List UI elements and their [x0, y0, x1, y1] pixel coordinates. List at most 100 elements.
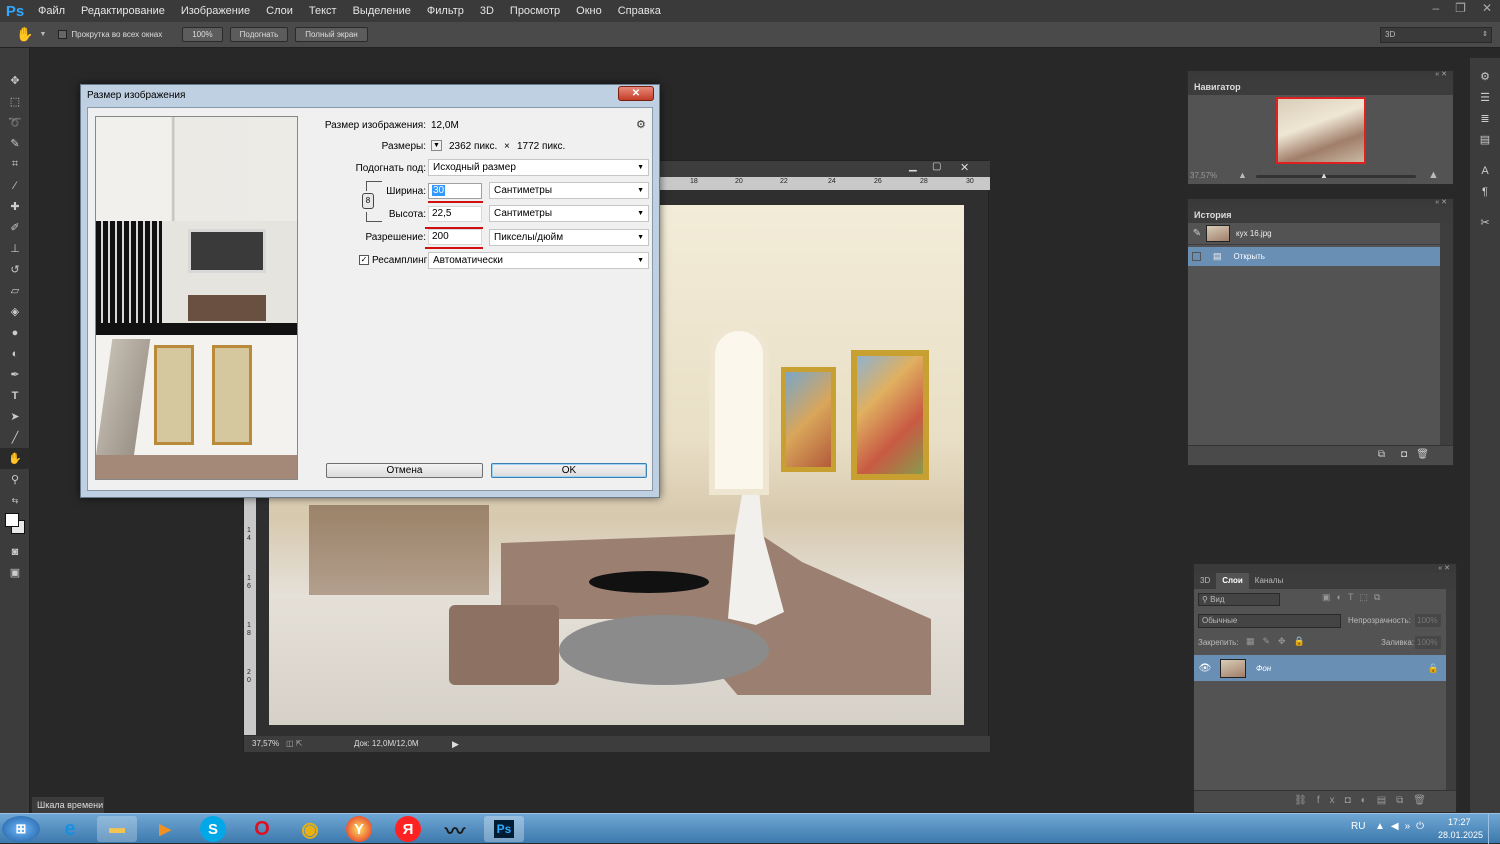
app-icon[interactable]: 〰: [435, 816, 475, 843]
layer-name[interactable]: Фон: [1256, 664, 1271, 673]
resolution-input[interactable]: 200: [428, 229, 482, 245]
clock-date[interactable]: 28.01.2025: [1438, 830, 1483, 840]
menu-view[interactable]: Просмотр: [502, 0, 568, 22]
height-unit-select[interactable]: Сантиметры ▼: [489, 205, 649, 222]
zoom-100-button[interactable]: 100%: [182, 27, 223, 42]
settings-gear-icon[interactable]: ⚙: [636, 118, 646, 131]
menu-help[interactable]: Справка: [610, 0, 669, 22]
tools-presets-icon[interactable]: ✂: [1470, 212, 1500, 233]
character-panel-icon[interactable]: A: [1470, 160, 1500, 181]
menu-filter[interactable]: Фильтр: [419, 0, 472, 22]
width-unit-select[interactable]: Сантиметры ▼: [489, 182, 649, 199]
tool-preset-dropdown-icon[interactable]: ▼: [39, 31, 46, 38]
crop-tool-icon[interactable]: ⌗: [0, 154, 30, 175]
history-state-checkbox[interactable]: [1192, 252, 1201, 261]
language-indicator[interactable]: RU: [1351, 821, 1365, 832]
panel-collapse-bar[interactable]: « ✕: [1194, 564, 1456, 573]
screen-mode-icon[interactable]: ▣: [0, 562, 30, 583]
yandex-browser-icon[interactable]: Y: [346, 816, 372, 842]
navigator-tab[interactable]: Навигатор: [1188, 79, 1453, 95]
clock-time[interactable]: 17:27: [1448, 817, 1471, 827]
panel-collapse-bar[interactable]: « ✕: [1188, 71, 1453, 79]
show-desktop-button[interactable]: [1488, 814, 1500, 844]
eye-icon[interactable]: 👁: [1194, 663, 1216, 674]
hand-tool-icon[interactable]: ✋: [16, 26, 33, 43]
status-zoom[interactable]: 37,57%: [252, 736, 279, 752]
eyedropper-tool-icon[interactable]: ⁄: [0, 175, 30, 196]
timeline-tab[interactable]: Шкала времени: [32, 797, 104, 813]
photoshop-taskbar-icon[interactable]: Ps: [484, 816, 524, 842]
swap-colors-icon[interactable]: ⇆: [0, 490, 30, 511]
line-tool-icon[interactable]: ╱: [0, 427, 30, 448]
media-player-icon[interactable]: ▶: [145, 816, 185, 842]
skype-icon[interactable]: S: [200, 816, 226, 842]
history-tab[interactable]: История: [1188, 207, 1453, 223]
start-button-icon[interactable]: ⊞: [2, 816, 40, 842]
trash-icon[interactable]: 🗑: [1416, 449, 1429, 460]
scroll-all-checkbox[interactable]: [58, 30, 68, 39]
move-tool-icon[interactable]: ✥: [0, 70, 30, 91]
hand-tool-active-icon[interactable]: ✋: [0, 448, 30, 469]
yandex-icon[interactable]: Я: [395, 816, 421, 842]
zoom-slider[interactable]: [1256, 175, 1416, 178]
layer-row-background[interactable]: 👁 Фон 🔒: [1194, 655, 1447, 681]
quick-select-tool-icon[interactable]: ✎: [0, 133, 30, 154]
resample-checkbox[interactable]: ✓: [359, 255, 369, 265]
opera-icon[interactable]: O: [242, 816, 282, 842]
doc-minimize-button[interactable]: ▁: [909, 161, 917, 172]
tray-icons[interactable]: ▲◀»⏻: [1375, 821, 1430, 832]
fullscreen-button[interactable]: Полный экран: [295, 27, 368, 42]
menu-file[interactable]: Файл: [30, 0, 73, 22]
brush-tool-icon[interactable]: ✐: [0, 217, 30, 238]
camera-icon[interactable]: ◘: [1401, 449, 1407, 460]
layer-filter-select[interactable]: ⚲ Вид: [1198, 593, 1280, 606]
blur-tool-icon[interactable]: ●: [0, 322, 30, 343]
menu-layers[interactable]: Слои: [258, 0, 301, 22]
pen-tool-icon[interactable]: ✒: [0, 364, 30, 385]
eraser-tool-icon[interactable]: ▱: [0, 280, 30, 301]
dock-icon-4[interactable]: ▤: [1470, 129, 1500, 150]
resample-select[interactable]: Автоматически ▼: [428, 252, 649, 269]
new-document-icon[interactable]: ⧉: [1378, 449, 1385, 460]
doc-maximize-button[interactable]: ▢: [932, 161, 941, 172]
minimize-icon[interactable]: –: [1432, 0, 1439, 16]
dimensions-dropdown-icon[interactable]: ▼: [431, 140, 442, 151]
zoom-slider-handle[interactable]: ▲: [1320, 171, 1328, 180]
layer-footer-icons[interactable]: ⛓fx◘◐▤⧉🗑: [1294, 795, 1436, 806]
blend-mode-select[interactable]: Обычные: [1198, 614, 1341, 628]
opacity-input[interactable]: 100%: [1415, 614, 1441, 627]
dodge-tool-icon[interactable]: ◐: [0, 343, 30, 364]
menu-window[interactable]: Окно: [568, 0, 610, 22]
menu-3d[interactable]: 3D: [472, 0, 502, 22]
status-icons[interactable]: ◫ ⇱: [286, 736, 302, 752]
navigator-thumbnail[interactable]: [1276, 97, 1366, 164]
menu-select[interactable]: Выделение: [345, 0, 419, 22]
doc-close-button[interactable]: ✕: [960, 161, 969, 174]
cancel-button[interactable]: Отмена: [326, 463, 483, 478]
zoom-tool-icon[interactable]: ⚲: [0, 469, 30, 490]
ok-button[interactable]: OK: [491, 463, 647, 478]
chrome-icon[interactable]: ◉: [290, 816, 330, 842]
height-input[interactable]: 22,5: [428, 206, 482, 222]
fit-screen-button[interactable]: Подогнать: [229, 27, 289, 42]
zoom-in-icon[interactable]: ▲: [1428, 169, 1439, 181]
restore-icon[interactable]: ❐: [1455, 0, 1466, 16]
history-item-snapshot[interactable]: ✎ кух 16.jpg: [1188, 223, 1440, 245]
paragraph-panel-icon[interactable]: ¶: [1470, 181, 1500, 202]
history-scrollbar[interactable]: [1440, 223, 1453, 445]
path-select-tool-icon[interactable]: ➤: [0, 406, 30, 427]
internet-explorer-icon[interactable]: e: [50, 816, 90, 842]
lock-icons[interactable]: ▦✎✥🔒: [1246, 636, 1313, 647]
file-explorer-icon[interactable]: ▬: [97, 816, 137, 842]
panel-collapse-bar[interactable]: « ✕: [1188, 199, 1453, 207]
foreground-color[interactable]: [5, 513, 19, 527]
workspace-select[interactable]: 3D ⇕: [1380, 27, 1492, 43]
tab-channels[interactable]: Каналы: [1249, 573, 1289, 589]
stamp-tool-icon[interactable]: ⊥: [0, 238, 30, 259]
dock-icon-3[interactable]: ≣: [1470, 108, 1500, 129]
healing-tool-icon[interactable]: ✚: [0, 196, 30, 217]
close-icon[interactable]: ✕: [1482, 0, 1492, 16]
navigator-zoom[interactable]: 37,57%: [1190, 171, 1217, 180]
menu-image[interactable]: Изображение: [173, 0, 258, 22]
marquee-tool-icon[interactable]: ⬚: [0, 91, 30, 112]
